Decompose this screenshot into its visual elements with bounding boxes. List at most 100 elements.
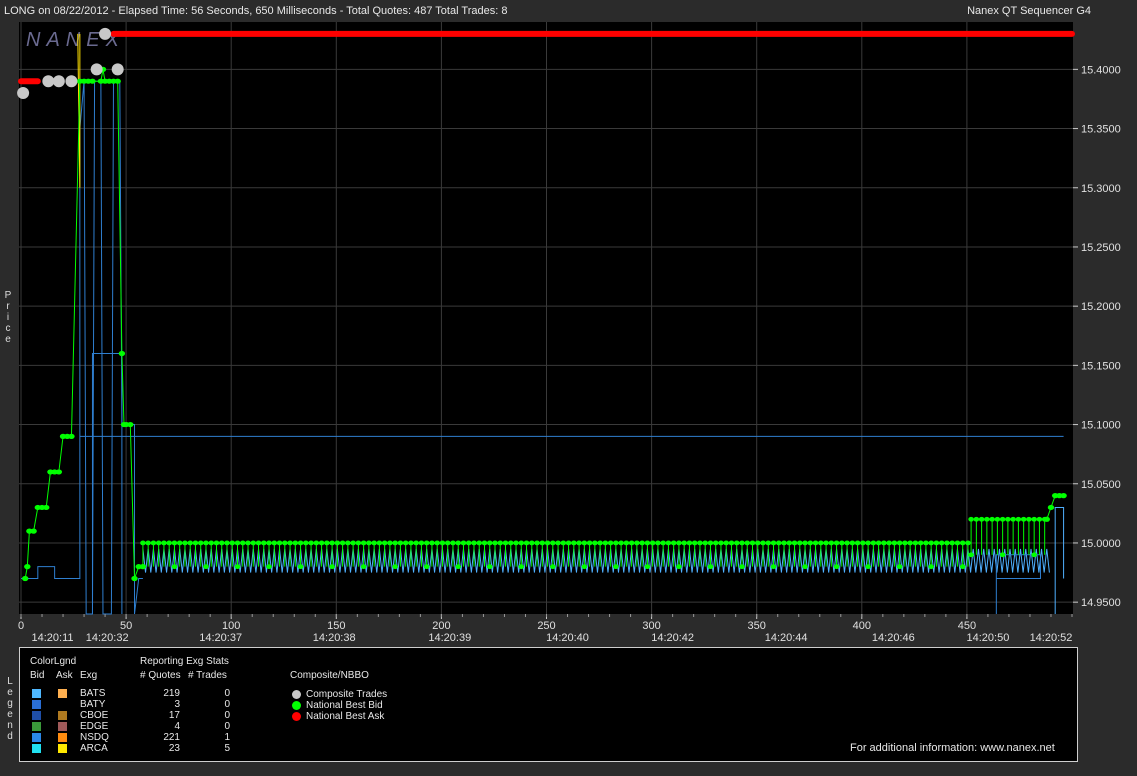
bid-point: [1005, 516, 1011, 522]
composite-dot: [292, 690, 301, 699]
bid-point: [208, 540, 215, 546]
exchange-name: BATY: [80, 699, 106, 710]
bid-point: [150, 540, 157, 546]
bid-point: [507, 540, 514, 546]
bid-point: [917, 540, 924, 546]
bid-point: [999, 552, 1006, 558]
bid-point: [1010, 516, 1016, 522]
bid-point: [954, 540, 961, 546]
bid-point: [896, 564, 903, 570]
bid-point: [676, 540, 682, 546]
y-tick-label: 15.0500: [1081, 479, 1121, 491]
bid-point: [781, 540, 787, 546]
bid-point: [571, 540, 577, 546]
legend-colorlgnd-heading: ColorLgnd: [30, 656, 77, 667]
bid-point: [171, 540, 178, 546]
bid-point: [182, 540, 188, 546]
y-tick-label: 15.2000: [1081, 301, 1121, 313]
bid-point: [297, 564, 304, 570]
bid-point: [965, 540, 971, 546]
bid-point: [802, 540, 808, 546]
bid-point: [928, 564, 934, 570]
time-label: 14:20:32: [86, 632, 129, 644]
ask-swatch: [58, 733, 67, 742]
bid-point: [665, 540, 672, 546]
bid-point: [770, 564, 777, 570]
bid-point: [550, 564, 556, 570]
bid-point: [250, 540, 257, 546]
bid-point: [618, 540, 624, 546]
bid-point: [192, 540, 199, 546]
bid-point: [334, 540, 341, 546]
x-tick-label: 400: [853, 620, 871, 632]
time-label: 14:20:40: [546, 632, 589, 644]
bid-point: [486, 564, 493, 570]
bid-point: [833, 540, 840, 546]
trade-point: [42, 75, 55, 88]
bid-point: [733, 540, 740, 546]
bid-point: [24, 564, 31, 570]
bid-point: [802, 564, 808, 570]
bid-point: [114, 78, 121, 84]
bid-point: [30, 528, 37, 534]
bid-point: [775, 540, 782, 546]
bid-point: [22, 575, 29, 582]
bid-point: [576, 540, 582, 546]
exchange-trades: 0: [224, 721, 230, 732]
exchange-row: BATY 3 0: [20, 699, 320, 710]
bid-point: [686, 540, 693, 546]
bid-point: [818, 540, 824, 546]
bid-point: [413, 540, 419, 546]
y-tick-label: 15.3500: [1081, 124, 1121, 136]
legend-col-exg: Exg: [80, 670, 98, 681]
bid-point: [329, 540, 335, 546]
bid-point: [213, 540, 220, 546]
exchange-name: ARCA: [80, 743, 108, 754]
bid-point: [1036, 516, 1043, 522]
bid-point: [492, 540, 498, 546]
x-tick-label: 300: [642, 620, 660, 632]
y-tick-label: 15.1500: [1081, 360, 1121, 372]
legend-panel: ColorLgnd Bid Ask Exg Reporting Exg Stat…: [19, 647, 1078, 762]
bid-point: [613, 540, 619, 546]
bid-point: [1043, 516, 1050, 522]
x-axis: 0 50 100 150 200 250 300 350 400 450: [18, 614, 1073, 632]
trade-point: [52, 75, 65, 88]
bid-point: [450, 540, 456, 546]
bid-point: [807, 540, 814, 546]
bid-point: [896, 540, 903, 546]
x-tick-label: 450: [958, 620, 976, 632]
bid-swatch: [32, 689, 41, 698]
y-axis: 15.4000 15.3500 15.3000 15.2500 15.2000 15.15…: [1073, 64, 1121, 609]
bid-point: [266, 564, 272, 570]
trade-point: [99, 27, 112, 40]
bid-point: [865, 540, 871, 546]
bid-point: [828, 540, 835, 546]
bid-point: [376, 540, 383, 546]
bid-point: [670, 540, 677, 546]
bid-point: [984, 516, 990, 522]
bid-point: [660, 540, 666, 546]
bid-point: [282, 540, 288, 546]
bid-point: [234, 564, 241, 570]
bid-point: [392, 564, 398, 570]
x-tick-label: 250: [537, 620, 555, 632]
bid-point: [245, 540, 251, 546]
bid-point: [839, 540, 845, 546]
bid-point: [907, 540, 913, 546]
bid-point: [860, 540, 866, 546]
bid-point: [786, 540, 793, 546]
bid-point: [266, 540, 272, 546]
bid-point: [218, 540, 225, 546]
bid-point: [634, 540, 640, 546]
x-tick-label: 150: [327, 620, 345, 632]
exchange-name: CBOE: [80, 710, 109, 721]
composite-row: Composite Trades: [290, 689, 490, 700]
bid-point: [429, 540, 435, 546]
bid-point: [176, 540, 183, 546]
bid-point: [770, 540, 777, 546]
bid-point: [1031, 552, 1037, 558]
bid-point: [1060, 493, 1067, 499]
bid-point: [891, 540, 898, 546]
bid-point: [455, 564, 462, 570]
